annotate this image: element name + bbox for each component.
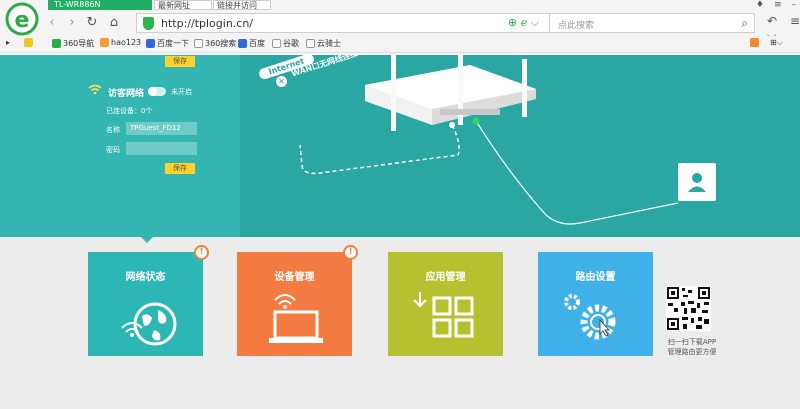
url-text[interactable]: http://tplogin.cn/ — [161, 17, 253, 30]
disconnected-icon: ✕ — [276, 76, 287, 87]
bookmark-google[interactable]: 谷歌 — [272, 38, 299, 49]
tab-link-visit[interactable]: 链接并访问 — [213, 0, 271, 10]
guest-network-panel: 保存 访客网络 未开启 已连设备：0个 名称 TPGuest_FD12 密码 保… — [0, 55, 240, 237]
minimize-icon[interactable]: – — [792, 0, 797, 10]
bookmark-star-icon[interactable] — [24, 38, 33, 47]
menu-icon[interactable]: ≡ — [774, 0, 782, 10]
address-row: ‹ › ↻ ⌂ http://tplogin.cn/ ⊕ ℯ ⌵ 点此搜索 ⌕ … — [40, 12, 800, 42]
panel-pointer — [141, 237, 153, 243]
bookmark-yunqishi[interactable]: 云骑士 — [306, 38, 341, 49]
wifi-icon — [88, 84, 102, 98]
computer-device-icon — [678, 163, 716, 201]
reload-icon[interactable]: ↻ — [84, 15, 100, 31]
tile-device-management-label: 设备管理 — [274, 272, 315, 283]
name-label: 名称 — [106, 126, 120, 134]
qr-code-icon — [666, 286, 711, 331]
tile-router-settings-label: 路由设置 — [575, 272, 616, 283]
home-icon[interactable]: ⌂ — [106, 15, 122, 31]
window-controls: ♦ ≡ – — [756, 0, 796, 10]
guest-network-toggle[interactable] — [148, 87, 166, 96]
guest-name-field[interactable]: TPGuest_FD12 — [126, 122, 197, 135]
bookmark-360nav[interactable]: 360导航 — [52, 38, 94, 49]
tile-device-management[interactable]: 设备管理 — [237, 252, 352, 356]
toggle-state-label: 未开启 — [171, 88, 192, 96]
password-label: 密码 — [106, 146, 120, 154]
qr-caption-line1: 扫一扫下载APP — [667, 338, 717, 346]
compat-mode-icon[interactable]: ⊕ ℯ ⌵ — [508, 16, 539, 30]
search-icon[interactable]: ⌕ — [741, 16, 748, 31]
svg-text:e: e — [15, 8, 30, 33]
bookmarks-bar: ▸ 360导航 hao123 百度一下 360搜索 百度 谷歌 云骑士 ⊞⌵ — [0, 36, 800, 53]
security-shield-icon — [143, 17, 154, 30]
site-icon — [100, 38, 109, 47]
save-guest-button[interactable]: 保存 — [165, 163, 195, 174]
page-icon — [194, 39, 203, 48]
bookmark-hao123[interactable]: hao123 — [100, 38, 141, 47]
browser-logo-icon: e — [5, 2, 39, 36]
page-icon — [306, 39, 315, 48]
device-management-alert-icon[interactable]: ! — [343, 245, 358, 260]
bookmark-360search[interactable]: 360搜索 — [194, 38, 236, 49]
tile-app-management-label: 应用管理 — [425, 272, 466, 283]
tile-app-management[interactable]: 应用管理 — [388, 252, 503, 356]
hero-section: 保存 访客网络 未开启 已连设备：0个 名称 TPGuest_FD12 密码 保… — [0, 55, 800, 237]
tile-network-status-label: 网络状态 — [125, 272, 166, 283]
bookmark-baidu[interactable]: 百度 — [238, 38, 265, 49]
site-icon — [238, 39, 247, 48]
laptop-wifi-icon — [269, 294, 323, 343]
bookmark-baidu-search[interactable]: 百度一下 — [146, 38, 189, 49]
guest-password-field[interactable] — [126, 142, 197, 155]
browser-chrome: e TL-WR886N 最新网址 链接并访问 ♦ ≡ – ‹ › ↻ ⌂ htt… — [0, 0, 800, 56]
tab-latest-sites[interactable]: 最新网址 — [154, 0, 212, 10]
apps-icon[interactable] — [750, 38, 759, 47]
bookmark-arrow-icon[interactable]: ▸ — [6, 38, 10, 47]
gears-icon — [564, 294, 616, 340]
apps-grid-icon — [413, 292, 474, 338]
site-icon — [52, 39, 61, 48]
shirt-icon[interactable]: ♦ — [756, 0, 764, 10]
search-input[interactable]: 点此搜索 ⌕ — [549, 13, 755, 33]
tile-network-status[interactable]: 网络状态 — [88, 252, 203, 356]
tile-router-settings[interactable]: 路由设置 — [538, 252, 653, 356]
grid-menu-icon[interactable]: ⊞⌵ — [770, 38, 783, 48]
page-icon — [272, 39, 281, 48]
site-icon — [146, 39, 155, 48]
search-placeholder: 点此搜索 — [558, 21, 595, 31]
qr-caption-line2: 管理路由更方便 — [667, 348, 717, 356]
forward-icon[interactable]: › — [64, 15, 80, 31]
back-icon[interactable]: ‹ — [44, 15, 60, 31]
globe-wifi-icon — [121, 302, 177, 346]
connected-devices-label: 已连设备：0个 — [106, 107, 153, 115]
save-button[interactable]: 保存 — [165, 56, 195, 67]
tab-router-admin[interactable]: TL-WR886N — [48, 0, 152, 10]
guest-network-title: 访客网络 — [108, 89, 145, 99]
router-icon — [365, 55, 536, 131]
network-status-alert-icon[interactable]: ! — [194, 245, 209, 260]
